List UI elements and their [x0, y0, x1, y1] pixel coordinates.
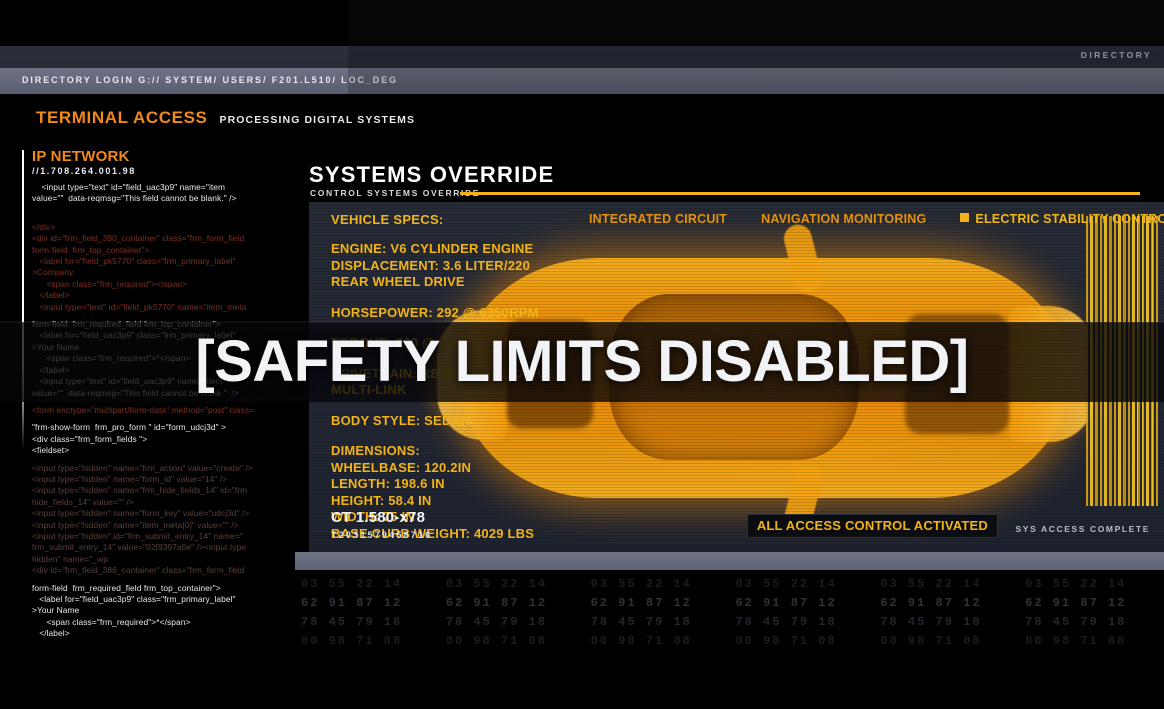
- directory-label[interactable]: DIRECTORY: [1081, 50, 1152, 60]
- spec-line: REAR WHEEL DRIVE: [331, 274, 465, 289]
- hex-line: 00 98 71 08: [735, 634, 837, 648]
- spec-line: DIMENSIONS:: [331, 443, 420, 458]
- hex-line: 78 45 79 18: [445, 615, 548, 629]
- login-path-bar: DIRECTORY LOGIN G:// SYSTEM/ USERS/ F201…: [0, 68, 1164, 94]
- spec-group-engine: ENGINE: V6 CYLINDER ENGINE DISPLACEMENT: …: [331, 241, 554, 291]
- code-spacer: [22, 205, 290, 216]
- hex-column: 03 55 22 14 62 91 87 12 78 45 79 18 00 98 7…: [729, 575, 874, 651]
- hex-line: 78 45 79 18: [735, 615, 837, 629]
- hex-line: 03 55 22 14: [445, 577, 548, 591]
- hex-line: 00 98 71 08: [301, 634, 403, 648]
- hex-line: 62 91 87 12: [735, 596, 837, 610]
- safety-banner-text: [SAFETY LIMITS DISABLED]: [195, 329, 969, 394]
- hex-line: 78 45 79 18: [590, 615, 692, 629]
- hex-line: 03 55 22 14: [735, 577, 837, 591]
- code-block: <input type="hidden" name="frm_action" v…: [32, 462, 253, 576]
- hex-line: 00 98 71 08: [1025, 634, 1127, 648]
- hex-line: 78 45 79 18: [1025, 615, 1127, 629]
- terminal-access-header: TERMINAL ACCESS PROCESSING DIGITAL SYSTE…: [36, 108, 415, 128]
- hex-line: 78 45 79 18: [880, 615, 982, 629]
- code-block: <form enctype="multipart/form-data" meth…: [32, 404, 255, 415]
- spec-line: HEIGHT: 58.4 IN: [331, 492, 432, 508]
- sys-status-text: SYS ACCESS COMPLETE: [1015, 524, 1150, 534]
- terminal-screen: RED CONTROL SYSTEMS DIRECTORY DIRECTORY …: [0, 0, 1164, 709]
- ip-network-heading: IP NETWORK: [32, 148, 130, 165]
- feature-toggle-row: INTEGRATED CIRCUIT NAVIGATION MONITORING E…: [589, 212, 1164, 226]
- hex-column: 03 55 22 14 62 91 87 12 78 45 79 18 00 98 7…: [1019, 575, 1164, 651]
- ip-network-panel: IP NETWORK //1.708.264.001.98 <input typ…: [22, 148, 290, 660]
- directory-bar: DIRECTORY: [0, 46, 1164, 68]
- hex-line: 62 91 87 12: [590, 596, 692, 610]
- hex-line: 78 45 79 18: [301, 615, 403, 629]
- hex-line: 00 98 71 08: [880, 634, 982, 648]
- status-indicator-icon: [960, 213, 970, 222]
- hex-line: 03 55 22 14: [590, 577, 692, 591]
- ct-serial-value: T2031579458716: [331, 530, 433, 540]
- feature-label: INTEGRATED CIRCUIT: [589, 212, 728, 226]
- vehicle-specs-heading: VEHICLE SPECS:: [331, 212, 444, 227]
- spec-line: LENGTH: 198.6 IN: [331, 476, 445, 491]
- hex-line: 62 91 87 12: [880, 596, 982, 610]
- code-block: <input type="text" id="field_uac3p9" nam…: [32, 182, 237, 204]
- sidebar-rail: [22, 150, 24, 450]
- spec-line: ENGINE: V6 CYLINDER ENGINE: [331, 241, 534, 256]
- hex-column: 03 55 22 14 62 91 87 12 78 45 79 18 00 98 7…: [295, 575, 440, 651]
- terminal-access-label: TERMINAL ACCESS: [36, 108, 208, 127]
- feature-item[interactable]: NAVIGATION MONITORING: [761, 212, 926, 226]
- feature-item[interactable]: INTEGRATED CIRCUIT: [589, 212, 727, 226]
- processing-label: PROCESSING DIGITAL SYSTEMS: [219, 114, 416, 126]
- spec-group-dimensions: DIMENSIONS: WHEELBASE: 120.2IN LENGTH: 198…: [331, 443, 554, 542]
- ct-code-value: CT 1.580-x78: [331, 509, 426, 526]
- access-control-badge[interactable]: ALL ACCESS CONTROL ACTIVATED: [746, 514, 998, 538]
- title-mask-right: [348, 0, 1164, 46]
- spec-group-body-style: BODY STYLE: SEDAN: [331, 413, 554, 430]
- page-title: SYSTEMS OVERRIDE: [309, 162, 555, 187]
- bottom-fill: [0, 660, 1164, 709]
- title-divider: [460, 192, 1140, 195]
- hex-readout-grid: 03 55 22 14 62 91 87 12 78 45 79 18 00 98 7…: [295, 575, 1164, 650]
- hex-line: 03 55 22 14: [1025, 577, 1127, 591]
- hex-line: 62 91 87 12: [445, 596, 548, 610]
- spec-line: HORSEPOWER: 292 @ 6350RPM: [331, 304, 539, 320]
- spec-line: BODY STYLE: SEDAN: [331, 412, 471, 428]
- code-stream: <input type="text" id="field_uac3p9" nam…: [22, 182, 290, 640]
- hex-line: 62 91 87 12: [301, 596, 403, 610]
- hex-column: 03 55 22 14 62 91 87 12 78 45 79 18 00 98 7…: [585, 575, 730, 651]
- hex-column: 03 55 22 14 62 91 87 12 78 45 79 18 00 98 7…: [874, 575, 1019, 651]
- feature-label: ELECTRIC STABILITY CONTROL: [975, 212, 1164, 226]
- ip-address-value: //1.708.264.001.98: [32, 166, 136, 176]
- spec-group-horsepower: HORSEPOWER: 292 @ 6350RPM: [331, 305, 554, 322]
- spec-line: WHEELBASE: 120.2IN: [331, 459, 472, 475]
- code-block: form-field frm_required_field frm_top_co…: [32, 582, 236, 639]
- code-block: </div> <div id="frm_field_390_container"…: [32, 221, 247, 312]
- hex-line: 03 55 22 14: [301, 577, 403, 591]
- hex-line: 62 91 87 12: [1025, 596, 1127, 610]
- hex-line: 00 98 71 08: [590, 634, 692, 648]
- code-block: "frm-show-form frm_pro_form " id="form_u…: [32, 422, 227, 456]
- hex-line: 00 98 71 08: [445, 634, 548, 648]
- feature-item[interactable]: ELECTRIC STABILITY CONTROL: [960, 212, 1164, 226]
- panel-footer-bar: [295, 552, 1164, 570]
- feature-label: NAVIGATION MONITORING: [761, 212, 927, 226]
- spec-line: DISPLACEMENT: 3.6 LITER/220: [331, 257, 530, 273]
- page-subtitle: CONTROL SYSTEMS OVERRIDE: [310, 188, 481, 198]
- hex-line: 03 55 22 14: [880, 577, 982, 591]
- hex-column: 03 55 22 14 62 91 87 12 78 45 79 18 00 98 7…: [440, 575, 585, 651]
- login-path-text: DIRECTORY LOGIN G:// SYSTEM/ USERS/ F201…: [22, 75, 398, 85]
